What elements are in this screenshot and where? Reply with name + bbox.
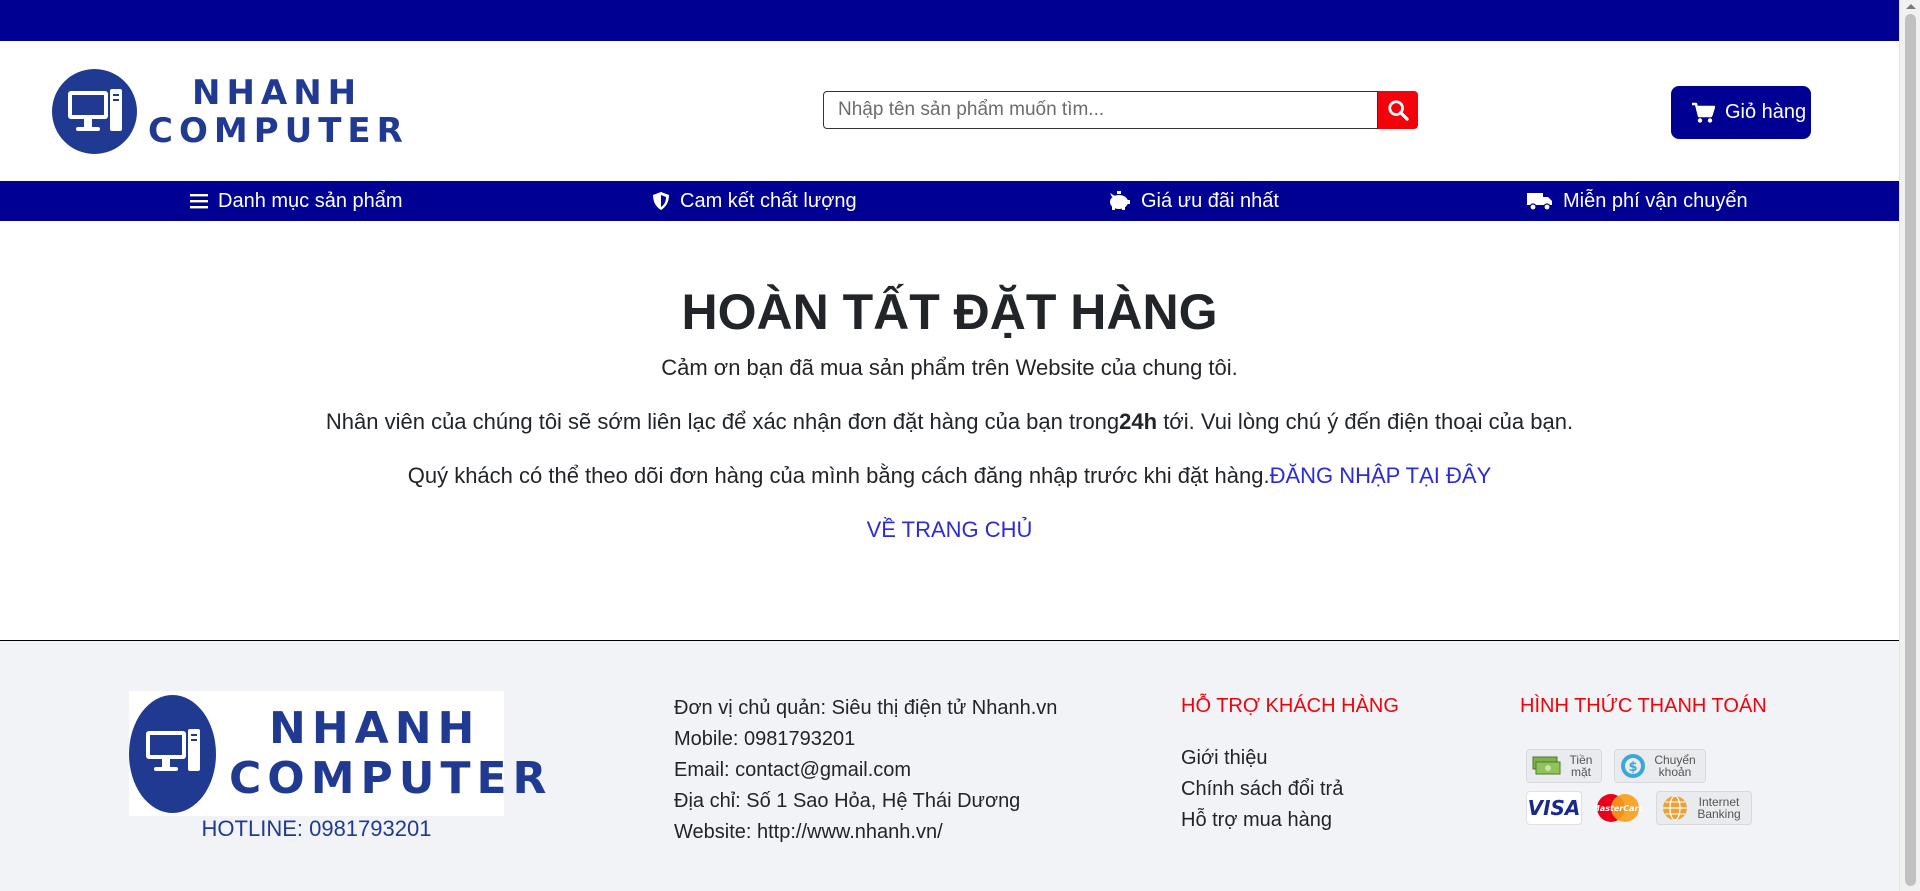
support-heading: HỖ TRỢ KHÁCH HÀNG	[1181, 695, 1399, 717]
nav-item-quality[interactable]: Cam kết chất lượng	[652, 181, 857, 221]
search-button[interactable]	[1378, 91, 1418, 129]
nav-item-label: Giá ưu đãi nhất	[1141, 189, 1279, 212]
hotline: HOTLINE: 0981793201	[201, 816, 432, 841]
footer-brand-line1: NHANH	[269, 703, 481, 754]
payment-transfer-label: Chuyển khoản	[1654, 753, 1696, 779]
nav-item-label: Cam kết chất lượng	[680, 189, 857, 212]
header: NHANH COMPUTER Giỏ hàng	[0, 41, 1899, 181]
contact-text: Nhân viên của chúng tôi sẽ sớm liên lạc …	[325, 409, 1120, 434]
nav-item-label: Danh mục sản phẩm	[218, 189, 403, 212]
footer-logo: NHANH COMPUTER	[129, 691, 546, 816]
page-title: HOÀN TẤT ĐẶT HÀNG	[681, 284, 1218, 340]
nav-item-categories[interactable]: Danh mục sản phẩm	[190, 181, 403, 221]
tracking-text: Quý khách có thể theo dõi đơn hàng của m…	[407, 463, 1270, 488]
contact-text-end: tới. Vui lòng chú ý đến điện thoại của b…	[1157, 409, 1574, 434]
vertical-scrollbar[interactable]	[1899, 0, 1920, 891]
cart-label: Giỏ hàng	[1725, 101, 1807, 123]
payment-cash: Tiền mặt	[1526, 749, 1602, 783]
payment-internet-banking-label: Internet Banking	[1697, 795, 1741, 821]
info-website: Website: http://www.nhanh.vn/	[674, 821, 943, 843]
shield-icon	[653, 192, 669, 210]
home-link-row: VỀ TRANG CHỦ	[0, 517, 1899, 543]
info-email: Email: contact@gmail.com	[674, 759, 912, 781]
tracking-message: Quý khách có thể theo dõi đơn hàng của m…	[0, 463, 1899, 489]
truck-icon	[1527, 193, 1552, 211]
payment-internet-banking: Internet Banking	[1656, 791, 1752, 825]
transfer-icon: $	[1621, 754, 1645, 778]
footer: NHANH COMPUTER HOTLINE: 0981793201 Đơn v…	[0, 641, 1899, 891]
brand-name-line2: COMPUTER	[148, 111, 409, 151]
piggy-bank-icon	[1110, 191, 1130, 210]
svg-text:$: $	[1628, 760, 1637, 775]
support-links: Giới thiệu Chính sách đổi trả Hỗ trợ mua…	[1181, 743, 1343, 836]
computer-logo-icon	[129, 695, 216, 813]
company-info: Đơn vị chủ quản: Siêu thị điện tử Nhanh.…	[674, 693, 1057, 848]
nav-item-best-price[interactable]: Giá ưu đãi nhất	[1107, 181, 1279, 221]
globe-icon	[1663, 795, 1687, 821]
menu-icon	[190, 194, 208, 209]
nav-item-free-shipping[interactable]: Miễn phí vận chuyển	[1527, 181, 1748, 221]
visa-logo: VISA	[1527, 796, 1581, 820]
mastercard-icon: MasterCard	[1594, 794, 1642, 822]
link-purchase-support[interactable]: Hỗ trợ mua hàng	[1181, 805, 1343, 836]
brand-logo[interactable]: NHANH COMPUTER	[52, 69, 404, 157]
nav-item-label: Miễn phí vận chuyển	[1563, 189, 1748, 212]
page: NHANH COMPUTER Giỏ hàng	[0, 0, 1899, 891]
search-icon	[1388, 100, 1409, 121]
top-bar	[0, 0, 1899, 41]
contact-time: 24h	[1119, 409, 1158, 434]
payment-heading: HÌNH THỨC THANH TOÁN	[1520, 695, 1767, 717]
info-owner: Đơn vị chủ quản: Siêu thị điện tử Nhanh.…	[674, 697, 1058, 719]
search-input[interactable]	[823, 91, 1378, 129]
cart-button[interactable]: Giỏ hàng	[1671, 86, 1811, 139]
payment-transfer: $ Chuyển khoản	[1614, 749, 1706, 783]
scrollbar-thumb[interactable]	[1905, 14, 1916, 886]
thanks-message: Cảm ơn bạn đã mua sản phẩm trên Website …	[661, 355, 1238, 380]
contact-message: Nhân viên của chúng tôi sẽ sớm liên lạc …	[0, 409, 1899, 435]
payment-cash-label: Tiền mặt	[1569, 753, 1593, 779]
scroll-up-arrow-icon[interactable]	[1906, 4, 1916, 9]
cash-icon	[1532, 756, 1561, 775]
link-about[interactable]: Giới thiệu	[1181, 743, 1343, 774]
payment-visa: VISA	[1526, 791, 1582, 825]
computer-logo-icon	[52, 69, 137, 154]
mastercard-label: MasterCard	[1594, 804, 1642, 813]
cart-icon	[1692, 102, 1715, 123]
footer-brand-line2: COMPUTER	[229, 753, 553, 804]
home-link[interactable]: VỀ TRANG CHỦ	[867, 517, 1033, 542]
brand-name-line1: NHANH	[192, 73, 363, 113]
info-mobile: Mobile: 0981793201	[674, 728, 856, 750]
info-address: Địa chỉ: Số 1 Sao Hỏa, Hệ Thái Dương	[674, 790, 1021, 812]
order-complete-section: HOÀN TẤT ĐẶT HÀNG Cảm ơn bạn đã mua sản …	[0, 221, 1899, 641]
login-link[interactable]: ĐĂNG NHẬP TẠI ĐÂY	[1270, 463, 1492, 488]
feature-nav: Danh mục sản phẩm Cam kết chất lượng Giá…	[0, 181, 1899, 221]
search-bar	[823, 91, 1418, 129]
link-return-policy[interactable]: Chính sách đổi trả	[1181, 774, 1343, 805]
payment-mastercard: MasterCard	[1594, 791, 1642, 825]
